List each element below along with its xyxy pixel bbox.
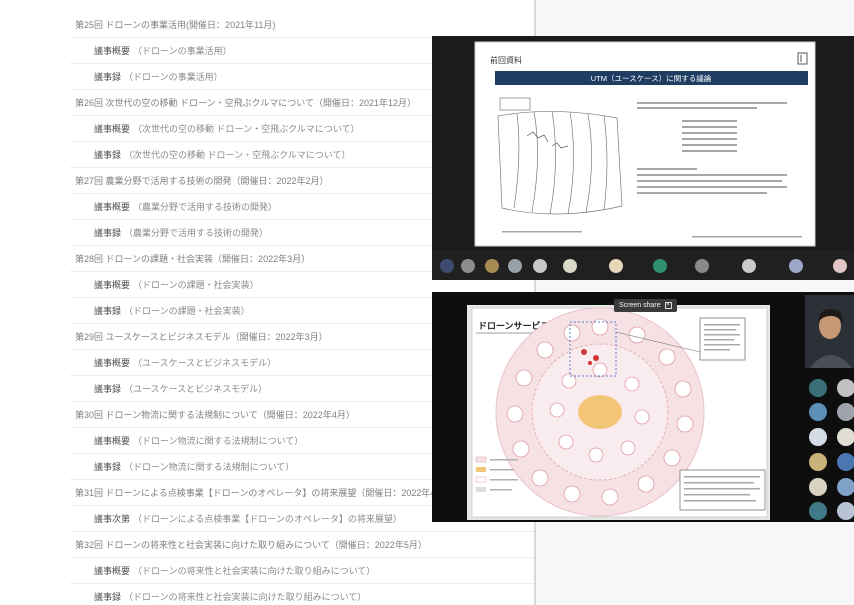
document-title: （ドローンの将来性と社会実装に向けた取り組みについて） <box>124 592 367 602</box>
document-title: （ドローンの課題・社会実装） <box>133 280 259 290</box>
document-title: （次世代の空の移動 ドローン・空飛ぶクルマについて） <box>133 124 360 134</box>
document-title: （ドローンの課題・社会実装） <box>124 306 250 316</box>
stop-share-icon[interactable]: × <box>664 302 672 309</box>
meeting-title: 第27回 農業分野で活用する技術の開発（開催日：2022年2月） <box>75 176 329 186</box>
screen-share-badge[interactable]: Screen share × <box>614 299 677 312</box>
meeting-heading-link[interactable]: 第32回 ドローンの将来性と社会実装に向けた取り組みについて（開催日：2022年… <box>70 532 534 558</box>
screen-share-label: Screen share <box>619 302 661 309</box>
legend-right-box <box>679 469 766 511</box>
document-type-label: 議事録 <box>94 150 122 160</box>
document-type-label: 議事録 <box>94 228 122 238</box>
participant-avatars[interactable] <box>809 379 854 520</box>
document-title: （農業分野で活用する技術の開発） <box>133 202 278 212</box>
document-title: （ドローン物流に関する法規制について） <box>124 462 295 472</box>
meeting-title: 第32回 ドローンの将来性と社会実装に向けた取り組みについて（開催日：2022年… <box>75 540 427 550</box>
document-title: （ドローンによる点検事業【ドローンのオペレータ】の将来展望） <box>133 514 402 524</box>
video-call-window-top: 前回資料 UTM（ユースケース）に関する議論 <box>432 36 854 280</box>
service-map-diagram <box>495 307 705 517</box>
document-type-label: 議事概要 <box>94 280 131 290</box>
callout-box <box>699 317 746 361</box>
document-title: （農業分野で活用する技術の開発） <box>124 228 269 238</box>
shared-slide-top: 前回資料 UTM（ユースケース）に関する議論 <box>432 41 854 280</box>
meeting-title: 第25回 ドローンの事業活用(開催日：2021年11月) <box>75 20 276 30</box>
document-type-label: 議事概要 <box>94 436 131 446</box>
document-type-label: 議事録 <box>94 592 122 602</box>
slide-header: 前回資料 <box>490 55 522 65</box>
speaker-video[interactable] <box>805 295 854 368</box>
meeting-title: 第29回 ユースケースとビジネスモデル（開催日：2022年3月） <box>75 332 328 342</box>
document-type-label: 議事概要 <box>94 202 131 212</box>
document-title: （ユースケースとビジネスモデル） <box>124 384 268 394</box>
document-title: （ドローンの事業活用） <box>124 72 223 82</box>
document-type-label: 議事概要 <box>94 358 131 368</box>
document-type-label: 議事録 <box>94 462 122 472</box>
slide-title: UTM（ユースケース）に関する議論 <box>591 73 712 83</box>
document-type-label: 議事録 <box>94 384 122 394</box>
meeting-heading-link[interactable]: 第25回 ドローンの事業活用(開催日：2021年11月) <box>70 12 534 38</box>
document-title: （ユースケースとビジネスモデル） <box>133 358 277 368</box>
document-title: （次世代の空の移動 ドローン・空飛ぶクルマについて） <box>124 150 351 160</box>
document-type-label: 議事概要 <box>94 124 131 134</box>
shared-slide-bottom: ドローンサービスマップ <box>467 295 854 520</box>
meeting-document-link[interactable]: 議事録 （ドローンの将来性と社会実装に向けた取り組みについて） <box>70 584 534 605</box>
document-type-label: 議事録 <box>94 306 122 316</box>
meeting-title: 第28回 ドローンの課題・社会実装（開催日：2022年3月） <box>75 254 311 264</box>
document-type-label: 議事録 <box>94 72 122 82</box>
video-call-window-bottom: ドローンサービスマップ Screen share × <box>432 292 854 522</box>
meeting-title: 第26回 次世代の空の移動 ドローン・空飛ぶクルマについて（開催日：2021年1… <box>75 98 417 108</box>
meeting-title: 第30回 ドローン物流に関する法規制について（開催日：2022年4月） <box>75 410 355 420</box>
document-title: （ドローンの将来性と社会実装に向けた取り組みについて） <box>133 566 376 576</box>
document-type-label: 議事概要 <box>94 46 131 56</box>
meeting-document-link[interactable]: 議事概要 （ドローンの将来性と社会実装に向けた取り組みについて） <box>70 558 534 584</box>
document-title: （ドローンの事業活用） <box>133 46 232 56</box>
document-title: （ドローン物流に関する法規制について） <box>133 436 304 446</box>
meeting-title: 第31回 ドローンによる点検事業【ドローンのオペレータ】の将来展望（開催日：20… <box>75 488 454 498</box>
document-type-label: 議事次第 <box>94 514 131 524</box>
document-type-label: 議事概要 <box>94 566 131 576</box>
